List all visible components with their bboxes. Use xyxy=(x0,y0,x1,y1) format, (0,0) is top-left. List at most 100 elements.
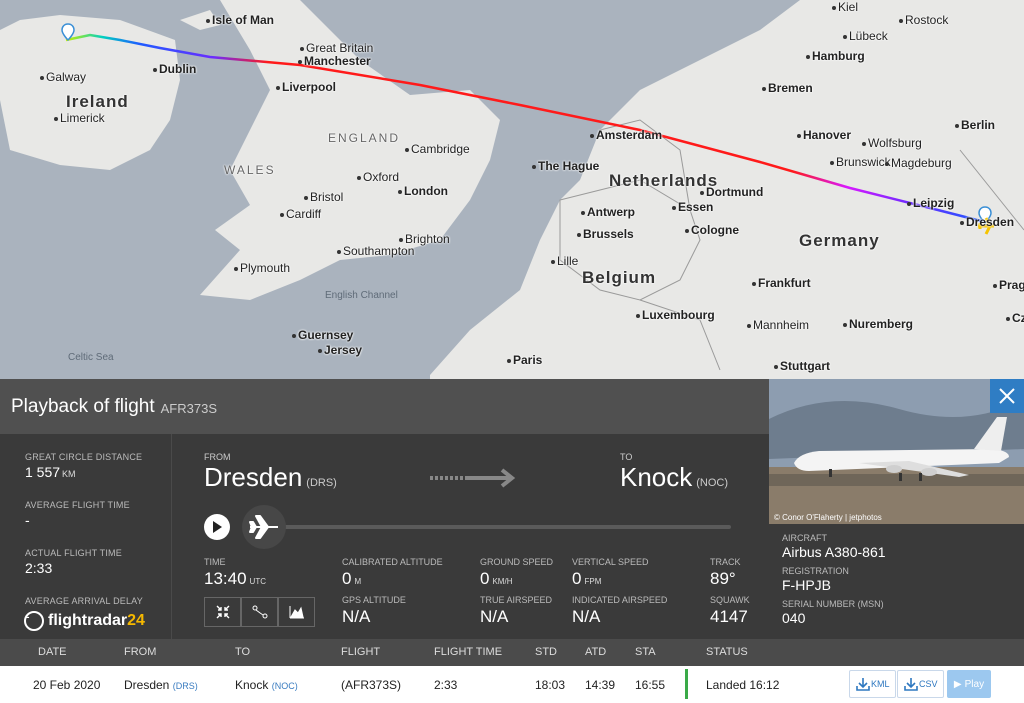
map[interactable]: Ireland Netherlands Belgium Germany ENGLAND W… xyxy=(0,0,1024,379)
map-label-sea: English Channel xyxy=(325,290,398,301)
route-icon xyxy=(252,605,267,619)
indicated-airspeed: INDICATED AIRSPEED N/A xyxy=(572,595,668,626)
photo-credit[interactable]: © Conor O'Flaherty | jetphotos xyxy=(774,513,882,522)
altitude-graph-icon xyxy=(289,606,304,619)
aircraft-registration: REGISTRATION F-HPJB xyxy=(782,566,849,593)
aircraft-type: AIRCRAFT Airbus A380-861 xyxy=(782,533,886,560)
route-to: TO Knock (NOC) xyxy=(620,452,729,492)
map-label-city: Southampton xyxy=(337,244,414,258)
aircraft-info: AIRCRAFT Airbus A380-861 REGISTRATION F-… xyxy=(769,524,1024,626)
map-label-city: Dresden xyxy=(960,215,1014,229)
stat-actual-flight-time: ACTUAL FLIGHT TIME 2:33 xyxy=(25,548,122,576)
playback-progress xyxy=(204,505,734,549)
track: TRACK 89° xyxy=(710,557,741,588)
plane-icon xyxy=(249,515,278,539)
map-label-city: Kiel xyxy=(832,0,858,14)
flight-stats: GREAT CIRCLE DISTANCE 1 557 KM AVERAGE FL… xyxy=(0,434,172,639)
download-icon xyxy=(856,678,870,691)
playback-scrubber[interactable] xyxy=(242,505,286,549)
zoom-fit-icon xyxy=(216,605,229,619)
kml-download-button[interactable]: KML xyxy=(849,670,896,698)
map-label-city: Paris xyxy=(507,353,542,367)
aircraft-photo[interactable]: © Conor O'Flaherty | jetphotos xyxy=(769,379,1024,524)
aircraft-serial: SERIAL NUMBER (MSN) 040 xyxy=(782,599,884,626)
map-label-city: Lübeck xyxy=(843,29,888,43)
squawk: SQUAWK 4147 xyxy=(710,595,750,626)
close-button[interactable] xyxy=(990,379,1024,413)
map-label-country: Belgium xyxy=(582,268,657,287)
flight-info-panel: Playback of flight AFR373S GREAT CIRCLE … xyxy=(0,379,769,639)
stat-distance: GREAT CIRCLE DISTANCE 1 557 KM xyxy=(25,452,143,480)
map-label-country: Germany xyxy=(799,231,880,250)
aircraft-panel: © Conor O'Flaherty | jetphotos AIRCRAFT … xyxy=(769,379,1024,639)
map-label-city: Cambridge xyxy=(405,142,470,156)
map-label-city: Nuremberg xyxy=(843,317,913,331)
map-label-city: Lille xyxy=(551,254,578,268)
map-label-city: Luxembourg xyxy=(636,308,715,322)
row-play-button[interactable]: ▶ Play xyxy=(947,670,991,698)
flight-history-table: DATE FROM TO FLIGHT FLIGHT TIME STD ATD … xyxy=(0,639,1024,703)
map-label-city: Hamburg xyxy=(806,49,865,63)
playback-track[interactable] xyxy=(276,525,731,529)
map-label-city: Frankfurt xyxy=(752,276,811,290)
map-label-city: Cz xyxy=(1006,311,1024,325)
to-code: (NOC) xyxy=(696,477,729,489)
map-label-city: Amsterdam xyxy=(590,128,662,142)
map-label-city: London xyxy=(398,184,448,198)
altitude-graph-button[interactable] xyxy=(278,597,315,627)
map-label-city: Oxford xyxy=(357,170,399,184)
ground-speed: GROUND SPEED 0 KM/H xyxy=(480,557,554,588)
map-label-region: ENGLAND xyxy=(328,131,401,145)
map-label-city: Hanover xyxy=(797,128,851,142)
panel-flight-id: AFR373S xyxy=(160,401,218,416)
to-city: Knock xyxy=(620,462,693,492)
map-label-city: Brunswick xyxy=(830,155,891,169)
map-label-city: Prague xyxy=(993,278,1024,292)
map-label-city: Brussels xyxy=(577,227,634,241)
map-label-country: Ireland xyxy=(66,92,129,111)
map-label-city: Plymouth xyxy=(234,261,290,275)
map-label-city: Mannheim xyxy=(747,318,809,332)
from-city: Dresden xyxy=(204,462,303,492)
telemetry: TIME 13:40 UTC CALIBRATED ALTITUDE 0M GP… xyxy=(204,557,764,637)
from-code: (DRS) xyxy=(306,477,337,489)
stat-average-flight-time: AVERAGE FLIGHT TIME - xyxy=(25,500,130,528)
status-indicator xyxy=(685,669,688,699)
map-label-sea: Celtic Sea xyxy=(68,352,114,363)
route-button[interactable] xyxy=(241,597,278,627)
zoom-fit-button[interactable] xyxy=(204,597,241,627)
map-label-city: Dortmund xyxy=(700,185,763,199)
map-label-city: Magdeburg xyxy=(885,156,952,170)
time: TIME 13:40 UTC xyxy=(204,557,266,588)
csv-download-button[interactable]: CSV xyxy=(897,670,944,698)
map-tools xyxy=(204,597,315,627)
play-button[interactable] xyxy=(204,514,230,540)
map-label-city: Limerick xyxy=(54,111,105,125)
map-label-city: Wolfsburg xyxy=(862,136,922,150)
map-label-city: Cardiff xyxy=(280,207,321,221)
panel-title: Playback of flight xyxy=(11,395,155,417)
play-icon: ▶ xyxy=(953,678,962,690)
play-icon xyxy=(213,521,222,533)
vertical-speed: VERTICAL SPEED 0 FPM xyxy=(572,557,649,588)
flight-playback-page: Ireland Netherlands Belgium Germany ENGLAND W… xyxy=(0,0,1024,703)
flightradar24-logo[interactable]: flightradar 24 xyxy=(24,611,145,631)
status-text: Landed 16:12 xyxy=(706,678,780,692)
panel-header: Playback of flight AFR373S xyxy=(0,379,769,434)
close-icon xyxy=(999,388,1015,404)
map-label-city: Isle of Man xyxy=(206,13,274,27)
map-label-city: Cologne xyxy=(685,223,739,237)
route-from: FROM Dresden (DRS) xyxy=(204,452,337,492)
map-label-city: Dublin xyxy=(153,62,196,76)
route-arrow-icon xyxy=(430,468,516,488)
map-label-region: WALES xyxy=(224,163,276,177)
map-label-city: Liverpool xyxy=(276,80,336,94)
map-label-city: Great Britain xyxy=(300,41,373,55)
map-label-city: Stuttgart xyxy=(774,359,830,373)
map-label-city: The Hague xyxy=(532,159,599,173)
download-icon xyxy=(904,678,918,691)
table-row[interactable]: 20 Feb 2020 Dresden (DRS) Knock (NOC) (A… xyxy=(0,666,1024,703)
map-label-city: Manchester xyxy=(298,54,371,68)
map-label-city: Antwerp xyxy=(581,205,635,219)
map-label-city: Bristol xyxy=(304,190,343,204)
